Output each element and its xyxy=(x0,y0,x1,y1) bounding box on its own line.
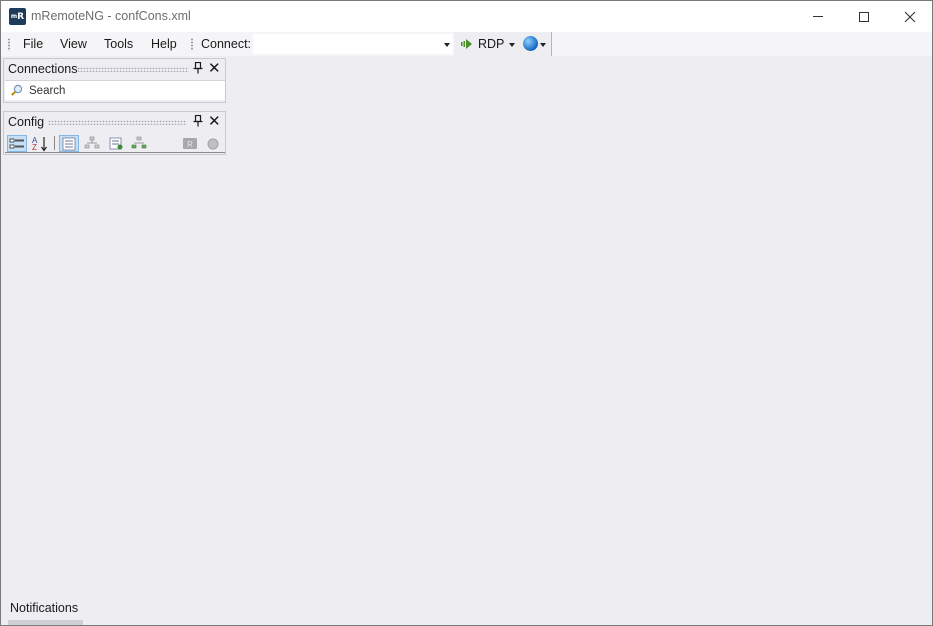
connections-panel-title: Connections xyxy=(8,62,78,76)
app-logo-icon: mR xyxy=(9,8,26,25)
config-panel: Config ✕ A Z R xyxy=(3,111,226,155)
sort-alphabetical-icon: A Z xyxy=(32,136,47,152)
menu-help[interactable]: Help xyxy=(151,37,177,51)
default-inheritance-icon xyxy=(131,136,147,149)
connections-search-box[interactable] xyxy=(5,80,225,100)
toolbar-grip-handle[interactable] xyxy=(191,38,193,51)
close-window-button[interactable] xyxy=(887,1,932,32)
window-title: mRemoteNG - confCons.xml xyxy=(31,9,191,23)
inheritance-icon xyxy=(84,136,100,149)
menu-tools[interactable]: Tools xyxy=(104,37,133,51)
inheritance-button[interactable] xyxy=(83,135,103,152)
status-circle-icon xyxy=(207,138,219,150)
title-bar[interactable]: mR mRemoteNG - confCons.xml xyxy=(1,1,932,32)
config-panel-title: Config xyxy=(8,115,45,129)
properties-icon xyxy=(62,137,76,151)
globe-icon[interactable] xyxy=(523,36,538,51)
search-input[interactable] xyxy=(29,82,219,99)
close-icon[interactable]: ✕ xyxy=(208,113,221,129)
close-icon[interactable]: ✕ xyxy=(208,60,221,76)
pin-icon[interactable] xyxy=(193,115,203,127)
alphabetical-view-button[interactable]: A Z xyxy=(30,135,50,152)
config-drag-handle[interactable] xyxy=(48,120,187,125)
menu-file[interactable]: File xyxy=(23,37,43,51)
categorized-icon xyxy=(9,138,24,149)
pin-icon[interactable] xyxy=(193,62,203,74)
host-status-button[interactable]: R xyxy=(181,135,201,152)
menu-grip-handle[interactable] xyxy=(8,38,10,51)
quick-connect-label: Connect: xyxy=(201,37,252,51)
menu-view[interactable]: View xyxy=(60,37,87,51)
connections-drag-handle[interactable] xyxy=(77,67,189,72)
search-icon xyxy=(11,84,23,96)
ping-button[interactable] xyxy=(204,135,224,152)
app-window: mR mRemoteNG - confCons.xml File View To… xyxy=(0,0,933,626)
svg-text:Z: Z xyxy=(32,143,37,152)
minimize-icon xyxy=(813,16,823,17)
categorized-view-button[interactable] xyxy=(7,135,27,152)
default-properties-icon xyxy=(109,137,123,150)
quick-connect-input[interactable] xyxy=(253,34,453,54)
default-inheritance-button[interactable] xyxy=(130,135,150,152)
quick-connect-dropdown-icon[interactable] xyxy=(444,43,450,47)
properties-button[interactable] xyxy=(59,135,79,152)
notifications-tab-indicator xyxy=(8,620,83,625)
rdp-protocol-icon xyxy=(461,39,472,49)
menu-strip: File View Tools Help Connect: RDP xyxy=(1,32,932,56)
config-panel-header[interactable]: Config ✕ xyxy=(4,112,225,132)
globe-dropdown-icon[interactable] xyxy=(540,43,546,47)
toolbar-separator xyxy=(54,136,55,150)
close-window-icon xyxy=(904,11,916,22)
connections-panel-header[interactable]: Connections ✕ xyxy=(4,59,225,79)
protocol-toolbar: RDP xyxy=(454,32,552,56)
maximize-button[interactable] xyxy=(841,1,887,32)
default-properties-button[interactable] xyxy=(107,135,127,152)
minimize-button[interactable] xyxy=(795,1,841,32)
config-toolbar: A Z R xyxy=(5,133,225,153)
protocol-dropdown-icon[interactable] xyxy=(509,43,515,47)
protocol-button[interactable]: RDP xyxy=(478,37,504,51)
svg-text:R: R xyxy=(187,140,193,149)
maximize-icon xyxy=(859,11,869,22)
notifications-tab[interactable]: Notifications xyxy=(10,601,78,615)
connections-panel: Connections ✕ xyxy=(3,58,226,103)
host-status-icon: R xyxy=(183,138,197,149)
